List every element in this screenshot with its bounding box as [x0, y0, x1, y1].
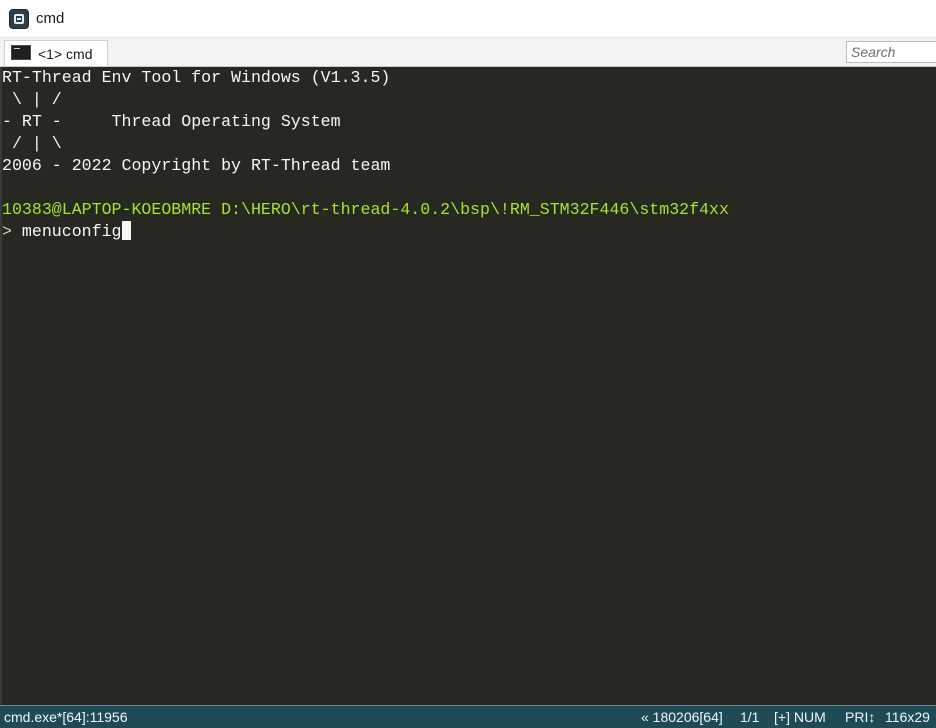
status-mode[interactable]: [+] NUM — [774, 709, 826, 725]
terminal-line: - RT - Thread Operating System — [2, 112, 341, 131]
tab-bar: <1> cmd — [0, 38, 936, 67]
tab-cmd[interactable]: <1> cmd — [4, 40, 108, 66]
terminal-line: RT-Thread Env Tool for Windows (V1.3.5) — [2, 68, 391, 87]
window-title: cmd — [36, 10, 65, 27]
search-input[interactable] — [846, 41, 936, 63]
tab-label: <1> cmd — [38, 46, 93, 62]
prompt-path: D:\HERO\rt-thread-4.0.2\bsp\!RM_STM32F44… — [221, 200, 729, 219]
prompt-user: 10383@LAPTOP-KOEOBMRE — [2, 200, 212, 219]
status-priority[interactable]: PRI↕ — [845, 709, 875, 725]
status-process[interactable]: cmd.exe*[64]:11956 — [4, 709, 128, 725]
status-info[interactable]: « 180206[64] — [641, 709, 723, 725]
title-bar[interactable]: cmd — [0, 0, 936, 38]
command-text: menuconfig — [11, 222, 122, 241]
text-cursor — [121, 221, 131, 240]
status-page[interactable]: 1/1 — [740, 709, 759, 725]
terminal-output[interactable]: RT-Thread Env Tool for Windows (V1.3.5) … — [0, 67, 936, 705]
conemu-app-icon[interactable] — [9, 9, 29, 29]
status-size[interactable]: 116x29 — [885, 709, 930, 725]
command-line[interactable]: > menuconfig — [2, 221, 131, 243]
terminal-line: / | \ — [2, 134, 62, 153]
terminal-line: 2006 - 2022 Copyright by RT-Thread team — [2, 156, 391, 175]
status-bar: cmd.exe*[64]:11956 « 180206[64] 1/1 [+] … — [0, 705, 936, 728]
prompt-line: 10383@LAPTOP-KOEOBMRE D:\HERO\rt-thread-… — [2, 199, 729, 221]
console-icon — [11, 45, 31, 60]
prompt-symbol: > — [2, 222, 12, 241]
conemu-window: cmd <1> cmd RT-Thread Env Tool for Windo… — [0, 0, 936, 728]
scrollbar[interactable] — [0, 67, 2, 705]
terminal-line: \ | / — [2, 90, 62, 109]
